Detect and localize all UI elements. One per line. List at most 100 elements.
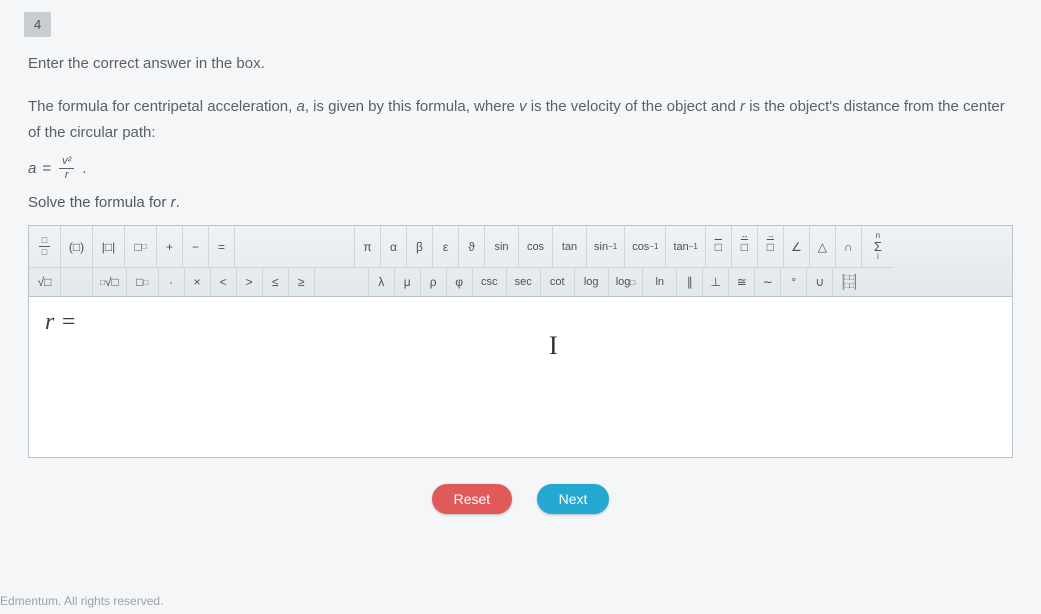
triangle-button[interactable]: △: [810, 226, 836, 268]
cot-button[interactable]: cot: [541, 268, 575, 296]
rarr-icon: □: [767, 240, 774, 254]
solve-instruction: Solve the formula for r.: [28, 194, 1013, 211]
union-button[interactable]: ∪: [807, 268, 833, 296]
ln-button[interactable]: ln: [643, 268, 677, 296]
formula-eq: =: [42, 160, 51, 177]
logn-button[interactable]: log□: [609, 268, 644, 296]
plus-button[interactable]: +: [157, 226, 183, 268]
toolbar-row-1: □□ (□) |□| □□ + − = π α β ε ϑ sin cos ta…: [29, 226, 1012, 268]
sec-button[interactable]: sec: [507, 268, 541, 296]
math-toolbar: □□ (□) |□| □□ + − = π α β ε ϑ sin cos ta…: [29, 226, 1012, 297]
sin-button[interactable]: sin: [485, 226, 519, 268]
prompt-part: , is given by this formula, where: [305, 98, 519, 115]
phi-button[interactable]: φ: [447, 268, 473, 296]
instruction-text: Enter the correct answer in the box.: [28, 55, 1013, 72]
harr-button[interactable]: □↔: [732, 226, 758, 268]
action-buttons: Reset Next: [28, 484, 1013, 514]
formula-display: a = v² r .: [28, 155, 1013, 182]
copyright-footer: Edmentum. All rights reserved.: [0, 594, 163, 608]
solve-part: Solve the formula for: [28, 194, 171, 211]
cong-button[interactable]: ≅: [729, 268, 755, 296]
degree-button[interactable]: °: [781, 268, 807, 296]
solve-part: .: [176, 194, 180, 211]
perp-button[interactable]: ⊥: [703, 268, 729, 296]
bar-icon: □: [715, 240, 722, 254]
angle-button[interactable]: ∠: [784, 226, 810, 268]
nroot-icon: √□: [105, 275, 119, 289]
le-button[interactable]: ≤: [263, 268, 289, 296]
vartheta-button[interactable]: ϑ: [459, 226, 485, 268]
formula-lhs: a: [28, 160, 36, 177]
formula-period: .: [82, 160, 86, 177]
frac-den-icon: □: [39, 247, 50, 258]
prompt-part: The formula for centripetal acceleration…: [28, 98, 296, 115]
sub-base-icon: □: [136, 275, 143, 289]
var-v: v: [519, 98, 527, 115]
acos-button[interactable]: cos−1: [625, 226, 666, 268]
var-a: a: [296, 98, 304, 115]
pi-button[interactable]: π: [355, 226, 381, 268]
atan-button[interactable]: tan−1: [666, 226, 705, 268]
fraction-button[interactable]: □□: [29, 226, 61, 268]
dot-button[interactable]: ·: [159, 268, 185, 296]
acos-sup: −1: [649, 242, 658, 251]
reset-button[interactable]: Reset: [432, 484, 513, 514]
harr-icon: □: [741, 240, 748, 254]
csc-button[interactable]: csc: [473, 268, 507, 296]
bar-button[interactable]: □: [706, 226, 732, 268]
asin-button[interactable]: sin−1: [587, 226, 625, 268]
lambda-button[interactable]: λ: [369, 268, 395, 296]
sim-button[interactable]: ∼: [755, 268, 781, 296]
logn-sub: □: [630, 278, 635, 287]
exp-base-icon: □: [134, 240, 141, 254]
sum-bot-icon: i: [877, 253, 879, 261]
asin-label: sin: [594, 241, 608, 253]
next-button[interactable]: Next: [537, 484, 610, 514]
times-button[interactable]: ×: [185, 268, 211, 296]
rarr-arrow-icon: →: [767, 231, 775, 240]
epsilon-button[interactable]: ε: [433, 226, 459, 268]
answer-prefix: r =: [45, 309, 77, 335]
lt-button[interactable]: <: [211, 268, 237, 296]
question-number: 4: [24, 12, 51, 37]
cos-button[interactable]: cos: [519, 226, 553, 268]
atan-label: tan: [673, 241, 688, 253]
asin-sup: −1: [608, 242, 617, 251]
atan-sup: −1: [689, 242, 698, 251]
frac-num-icon: □: [39, 235, 50, 247]
nroot-button[interactable]: □√□: [93, 268, 127, 296]
rarr-button[interactable]: □→: [758, 226, 784, 268]
mu-button[interactable]: μ: [395, 268, 421, 296]
prompt-part: is the velocity of the object and: [527, 98, 740, 115]
tan-button[interactable]: tan: [553, 226, 587, 268]
gt-button[interactable]: >: [237, 268, 263, 296]
ge-button[interactable]: ≥: [289, 268, 315, 296]
paren-button[interactable]: (□): [61, 226, 93, 268]
matrix-r2: □□: [844, 281, 854, 290]
log-button[interactable]: log: [575, 268, 609, 296]
matrix-button[interactable]: [□□][□□]: [833, 268, 865, 296]
exponent-button[interactable]: □□: [125, 226, 157, 268]
logn-label: log: [616, 276, 631, 288]
minus-button[interactable]: −: [183, 226, 209, 268]
equals-button[interactable]: =: [209, 226, 235, 268]
parallel-button[interactable]: ∥: [677, 268, 703, 296]
abs-button[interactable]: |□|: [93, 226, 125, 268]
text-cursor-icon: I: [549, 331, 558, 361]
summation-button[interactable]: nΣi: [862, 226, 894, 268]
sub-sub-icon: □: [143, 278, 148, 287]
subscript-button[interactable]: □□: [127, 268, 159, 296]
rho-button[interactable]: ρ: [421, 268, 447, 296]
equation-editor: □□ (□) |□| □□ + − = π α β ε ϑ sin cos ta…: [28, 225, 1013, 458]
spacer: [235, 226, 355, 268]
answer-input-area[interactable]: r = I: [29, 297, 1012, 457]
intersect-button[interactable]: ∩: [836, 226, 862, 268]
formula-denominator: r: [62, 169, 72, 182]
sqrt-button[interactable]: √□: [29, 268, 61, 296]
problem-prompt: The formula for centripetal acceleration…: [28, 94, 1013, 145]
exp-sup-icon: □: [142, 242, 147, 251]
spacer2: [61, 268, 93, 296]
harr-arrow-icon: ↔: [741, 231, 749, 240]
beta-button[interactable]: β: [407, 226, 433, 268]
alpha-button[interactable]: α: [381, 226, 407, 268]
